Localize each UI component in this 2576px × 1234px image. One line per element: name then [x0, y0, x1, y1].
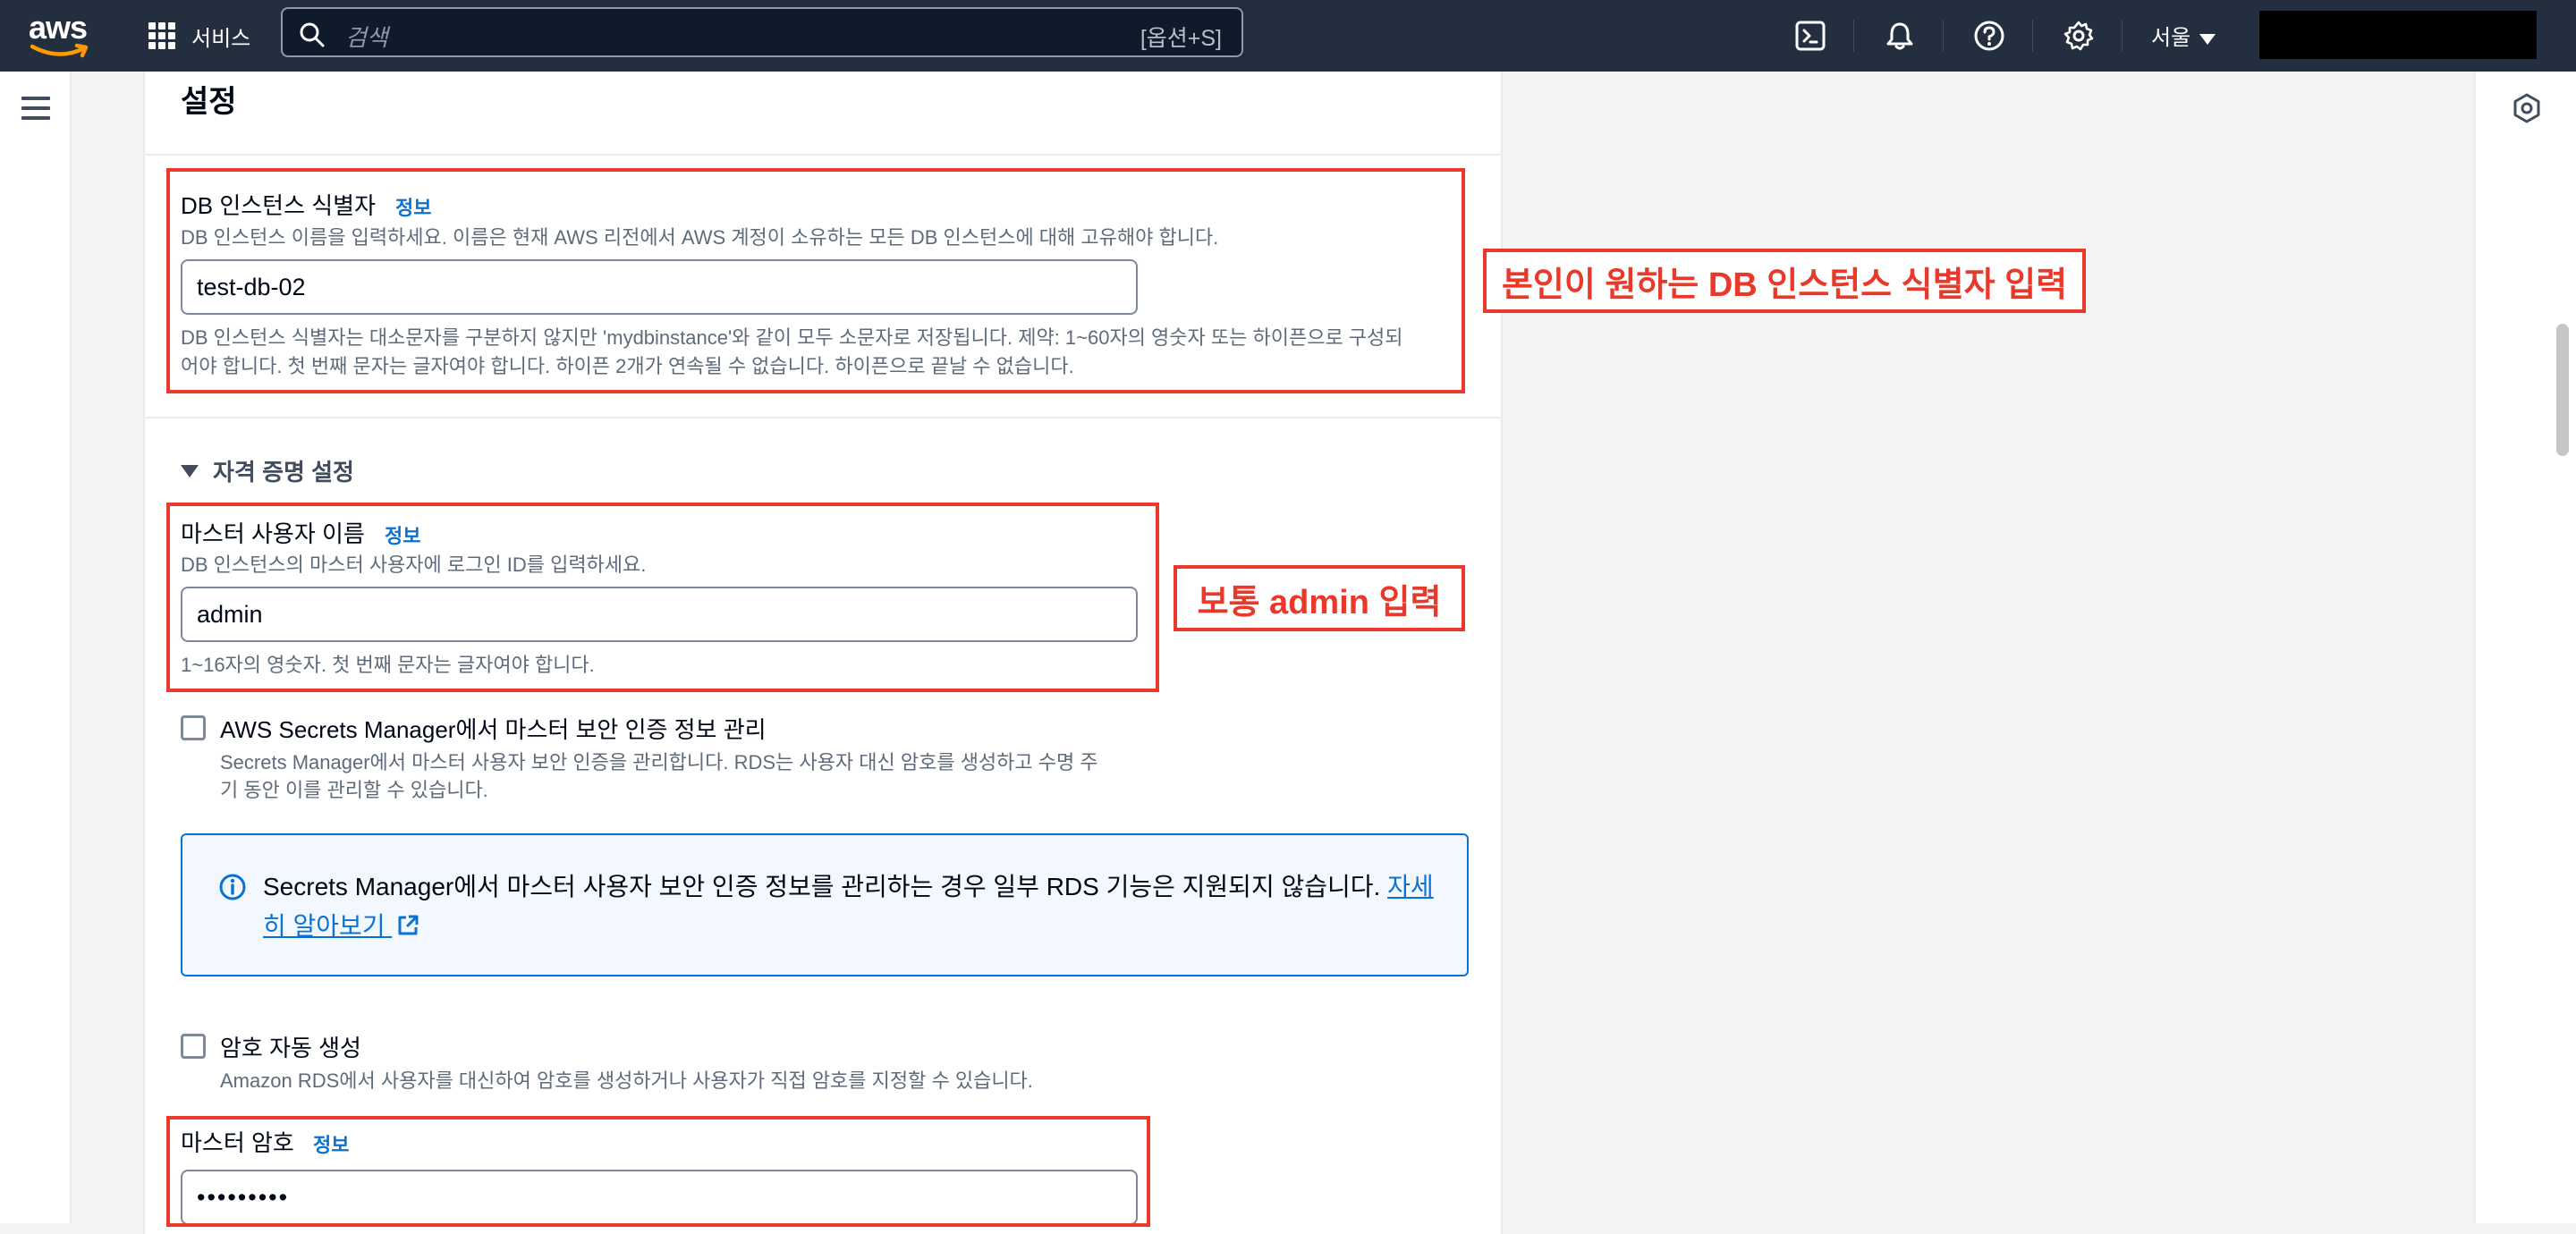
help-button[interactable]	[1970, 16, 2009, 55]
caret-down-icon	[181, 464, 199, 478]
help-icon	[1974, 21, 2004, 51]
secrets-manager-label: AWS Secrets Manager에서 마스터 보안 인증 정보 관리	[220, 716, 767, 743]
db-identifier-highlight-box	[166, 168, 1465, 393]
aws-smile-icon	[30, 43, 89, 58]
username-annotation: 보통 admin 입력	[1174, 565, 1465, 631]
auto-generate-password-label: 암호 자동 생성	[220, 1035, 361, 1061]
right-side-rail	[2474, 72, 2576, 1223]
services-label: 서비스	[191, 26, 251, 51]
search-placeholder: 검색	[345, 24, 388, 51]
db-identifier-annotation: 본인이 원하는 DB 인스턴스 식별자 입력	[1483, 249, 2086, 313]
notifications-button[interactable]	[1880, 16, 1919, 55]
header-divider	[145, 154, 1501, 156]
auto-generate-password-checkbox[interactable]	[181, 1034, 206, 1059]
nav-divider	[2032, 20, 2033, 52]
aws-logo[interactable]: aws	[27, 7, 91, 61]
credentials-section-title: 자격 증명 설정	[213, 459, 354, 486]
terminal-icon	[1795, 21, 1826, 51]
info-alert-message: Secrets Manager에서 마스터 사용자 보안 인증 정보를 관리하는…	[263, 873, 1381, 900]
nav-divider	[1853, 20, 1854, 52]
info-alert: Secrets Manager에서 마스터 사용자 보안 인증 정보를 관리하는…	[181, 833, 1469, 976]
region-label: 서울	[2151, 26, 2191, 50]
settings-button[interactable]	[2059, 16, 2098, 55]
page-scrollbar-thumb[interactable]	[2556, 324, 2569, 456]
search-shortcut: [옵션+S]	[1140, 26, 1222, 51]
search-icon	[300, 22, 325, 47]
secrets-manager-description-line1: Secrets Manager에서 마스터 사용자 보안 인증을 관리합니다. …	[220, 751, 1098, 773]
nav-divider	[1943, 20, 1944, 52]
bell-icon	[1886, 22, 1913, 50]
region-selector[interactable]: 서울	[2151, 20, 2216, 51]
credentials-section-toggle[interactable]: 자격 증명 설정	[181, 454, 354, 487]
external-link-icon	[398, 915, 419, 935]
left-side-rail	[0, 72, 72, 1223]
panel-title: 설정	[181, 85, 237, 119]
hexagon-tools-icon[interactable]	[2512, 93, 2542, 123]
caret-down-icon	[2199, 33, 2216, 45]
hamburger-menu-icon[interactable]	[21, 97, 50, 120]
aws-logo-text: aws	[29, 9, 88, 46]
cloudshell-button[interactable]	[1791, 16, 1830, 55]
account-menu-button[interactable]	[2259, 11, 2537, 59]
secrets-manager-description-line2: 기 동안 이를 관리할 수 있습니다.	[220, 779, 488, 801]
section-divider	[145, 417, 1501, 418]
auto-generate-password-description: Amazon RDS에서 사용자를 대신하여 암호를 생성하거나 사용자가 직접…	[220, 1069, 1033, 1092]
gear-icon	[2063, 21, 2094, 51]
services-menu-button[interactable]: 서비스	[148, 16, 250, 55]
top-navigation: aws 서비스 검색 [옵션+S] 서울	[0, 0, 2576, 72]
info-icon	[219, 874, 246, 900]
info-alert-text: Secrets Manager에서 마스터 사용자 보안 인증 정보를 관리하는…	[263, 867, 1444, 946]
nav-divider	[2122, 20, 2123, 52]
search-input[interactable]: 검색 [옵션+S]	[281, 7, 1243, 57]
grid-icon	[148, 22, 175, 49]
master-username-highlight-box	[166, 503, 1159, 692]
secrets-manager-checkbox[interactable]	[181, 715, 206, 740]
master-password-highlight-box	[166, 1116, 1150, 1227]
